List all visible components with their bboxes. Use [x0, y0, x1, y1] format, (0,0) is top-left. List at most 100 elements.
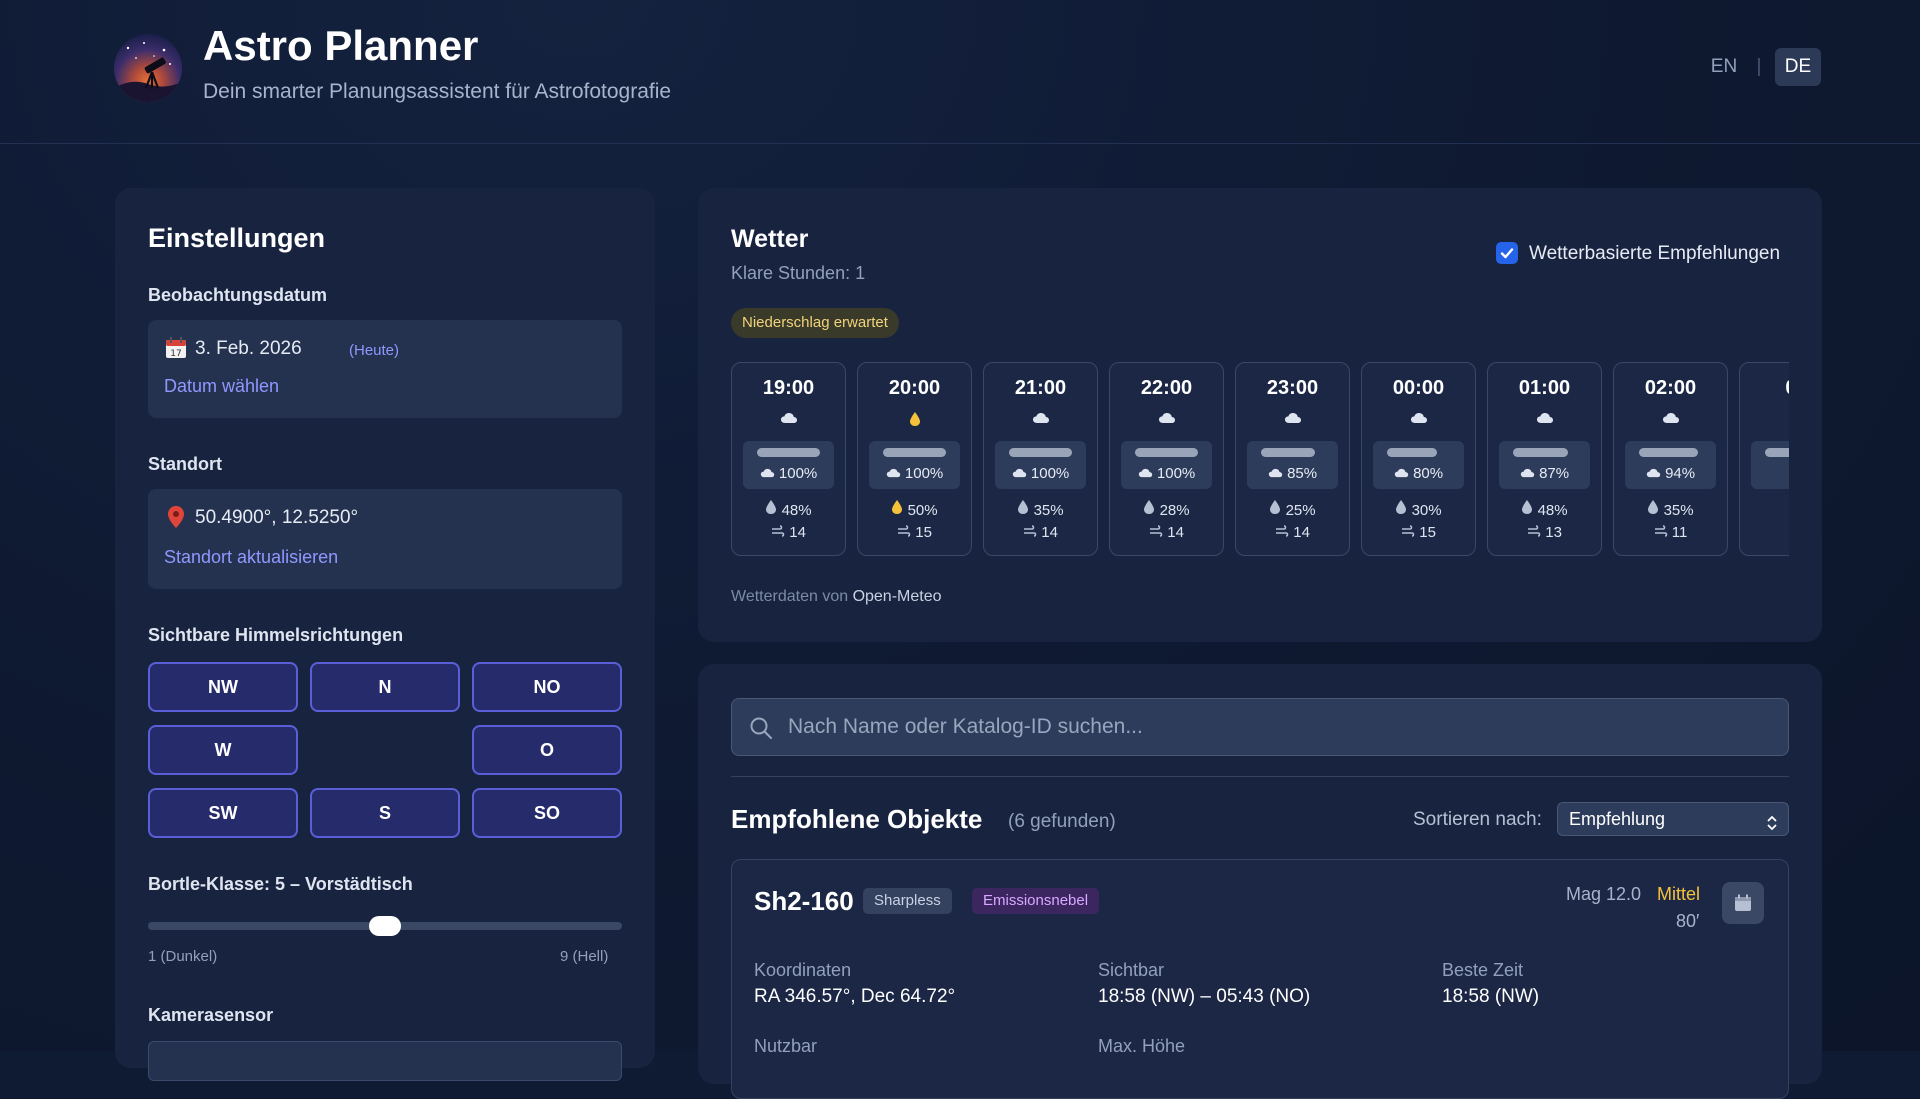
wind-value: 14	[1236, 524, 1349, 541]
usable-label: Nutzbar	[754, 1036, 818, 1056]
calendar-icon	[1735, 894, 1751, 911]
calendar-icon: 17	[164, 336, 188, 365]
direction-nw-button[interactable]: NW	[148, 662, 298, 712]
camera-select[interactable]	[148, 1041, 622, 1081]
sort-select[interactable]: Empfehlung	[1557, 802, 1789, 836]
precipitation-value: 48%	[732, 499, 845, 519]
cloud-icon	[780, 411, 798, 429]
cloud-cover-value: 100%	[869, 465, 960, 482]
pin-icon	[166, 505, 186, 534]
hour-card: 00:00 80% 30% 15	[1361, 362, 1476, 556]
clear-hours: Klare Stunden: 1	[731, 263, 866, 283]
coordinates-label: Koordinaten	[754, 960, 852, 980]
object-card[interactable]: Sh2-160 Sharpless Emissionsnebel Mag 12.…	[731, 859, 1789, 1099]
cloud-cover-box	[1751, 441, 1789, 489]
cloud-cover-value: 94%	[1625, 465, 1716, 482]
precipitation-value: 28%	[1110, 499, 1223, 519]
cloud-cover-box: 100%	[743, 441, 834, 489]
direction-sw-button[interactable]: SW	[148, 788, 298, 838]
location-value: 50.4900°, 12.5250°	[195, 507, 359, 528]
direction-o-button[interactable]: O	[472, 725, 622, 775]
lang-en-button[interactable]: EN	[1700, 48, 1748, 86]
divider	[731, 776, 1789, 777]
object-search-input[interactable]: Nach Name oder Katalog-ID suchen...	[731, 698, 1789, 756]
app-logo	[114, 34, 182, 102]
cloud-icon	[1410, 411, 1428, 429]
cloud-cover-box: 80%	[1373, 441, 1464, 489]
direction-w-button[interactable]: W	[148, 725, 298, 775]
credit-source-link[interactable]: Open-Meteo	[853, 588, 942, 605]
direction-n-button[interactable]: N	[310, 662, 460, 712]
wind-icon	[1401, 524, 1415, 541]
cloud-icon	[1268, 465, 1283, 482]
drop-icon	[1143, 500, 1155, 519]
directions-label: Sichtbare Himmelsrichtungen	[148, 625, 404, 645]
precipitation-value: 35%	[984, 499, 1097, 519]
direction-s-button[interactable]: S	[310, 788, 460, 838]
hourly-forecast[interactable]: 19:00 100% 48% 14 20:00 100% 50% 15 21:00 …	[731, 362, 1789, 562]
drop-icon	[1395, 500, 1407, 519]
magnitude: Mag 12.0	[1566, 884, 1642, 904]
cloud-cover-box: 87%	[1499, 441, 1590, 489]
cloud-cover-value: 100%	[743, 465, 834, 482]
best-time-label: Beste Zeit	[1442, 960, 1524, 980]
bortle-min-label: 1 (Dunkel)	[148, 948, 218, 965]
direction-no-button[interactable]: NO	[472, 662, 622, 712]
direction-so-button[interactable]: SO	[472, 788, 622, 838]
update-location-link[interactable]: Standort aktualisieren	[164, 547, 338, 568]
cloud-icon	[1662, 411, 1680, 429]
wind-value: 14	[984, 524, 1097, 541]
lang-separator: |	[1756, 56, 1762, 77]
cloud-cover-box: 100%	[995, 441, 1086, 489]
coordinates-value: RA 346.57°, Dec 64.72°	[754, 986, 956, 1007]
date-value: 3. Feb. 2026	[195, 338, 302, 359]
today-badge: (Heute)	[349, 342, 400, 359]
cloud-cover-box: 100%	[869, 441, 960, 489]
cloud-icon	[1520, 465, 1535, 482]
app-subtitle: Dein smarter Planungsassistent für Astro…	[203, 80, 672, 103]
cloud-cover-bar	[1765, 448, 1789, 457]
lang-de-button[interactable]: DE	[1775, 48, 1821, 86]
weather-recommendations-checkbox[interactable]	[1496, 242, 1518, 264]
cloud-icon	[1536, 411, 1554, 429]
cloud-cover-value	[1751, 465, 1789, 482]
weather-recommendations-label[interactable]: Wetterbasierte Empfehlungen	[1529, 243, 1780, 265]
hour-time: 00:00	[1392, 377, 1445, 399]
wind-value: 15	[1362, 524, 1475, 541]
hour-card: 02:00 94% 35% 11	[1613, 362, 1728, 556]
wind-value: 13	[1488, 524, 1601, 541]
cloud-cover-bar	[883, 448, 946, 457]
select-arrows-icon	[1766, 810, 1778, 842]
app-header: Astro Planner Dein smarter Planungsassis…	[0, 0, 1920, 144]
max-altitude-label: Max. Höhe	[1098, 1036, 1186, 1056]
date-box: 17 3. Feb. 2026 (Heute) Datum wählen	[148, 320, 622, 418]
cloud-icon	[1032, 411, 1050, 429]
recommended-count: (6 gefunden)	[1008, 811, 1116, 832]
drop-icon	[765, 500, 777, 519]
cloud-icon	[1394, 465, 1409, 482]
choose-date-link[interactable]: Datum wählen	[164, 376, 279, 397]
wind-value: 14	[732, 524, 845, 541]
wind-icon	[1275, 524, 1289, 541]
hour-time: 20:00	[888, 377, 941, 399]
wind-icon	[1527, 524, 1541, 541]
wind-icon	[897, 524, 911, 541]
wind-icon	[771, 524, 785, 541]
date-label: Beobachtungsdatum	[148, 285, 328, 305]
hour-card: 01:00 87% 48% 13	[1487, 362, 1602, 556]
recommended-title: Empfohlene Objekte	[731, 804, 983, 834]
weather-credit: Wetterdaten von Open-Meteo	[731, 588, 942, 606]
check-icon	[1500, 248, 1514, 259]
hour-time: 22:00	[1140, 377, 1193, 399]
bortle-slider-thumb[interactable]	[369, 916, 401, 936]
precipitation-value: 35%	[1614, 499, 1727, 519]
cloud-icon	[1788, 411, 1789, 429]
difficulty: Mittel	[1657, 884, 1701, 904]
wind-icon	[1654, 524, 1668, 541]
add-to-calendar-button[interactable]	[1722, 882, 1764, 924]
cloud-cover-bar	[1009, 448, 1072, 457]
weather-panel: Wetter Klare Stunden: 1 Wetterbasierte E…	[698, 188, 1822, 642]
rain-drop-icon	[909, 411, 921, 432]
hour-time: 23:00	[1266, 377, 1319, 399]
cloud-cover-value: 85%	[1247, 465, 1338, 482]
